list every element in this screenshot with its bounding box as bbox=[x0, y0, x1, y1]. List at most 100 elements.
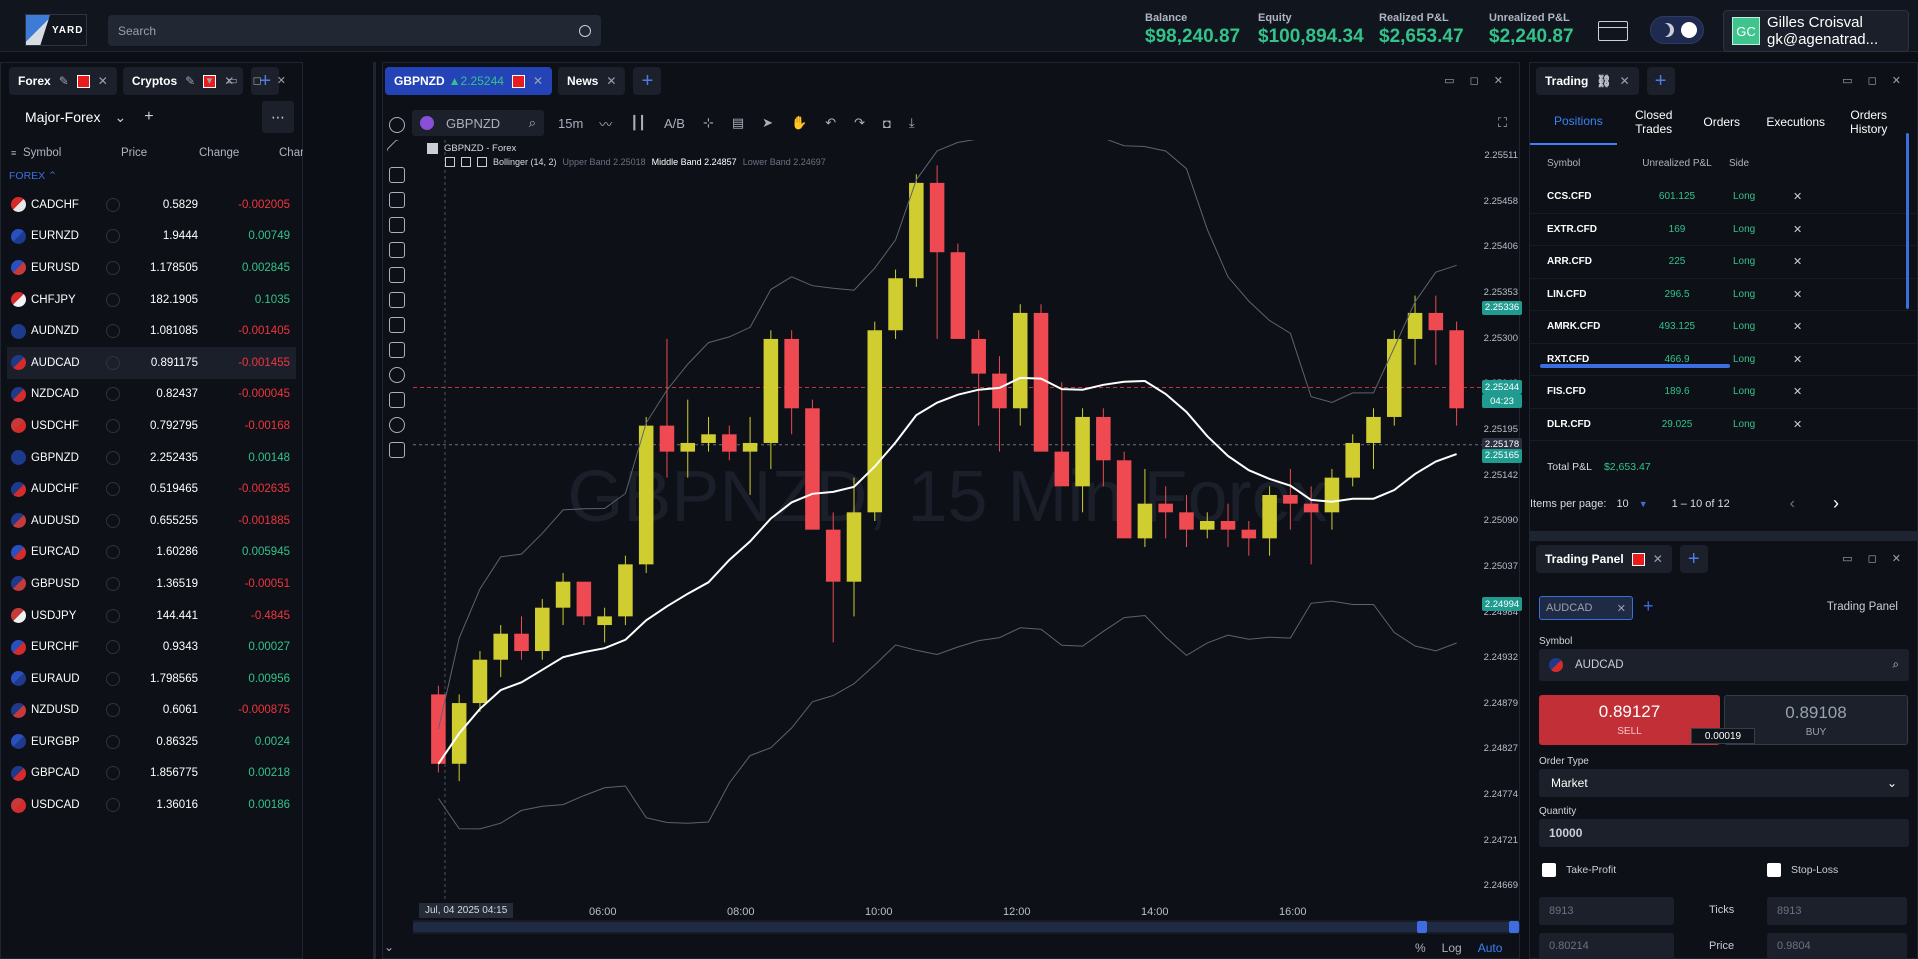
list-item[interactable]: EURGBP0.863250.00240.28 % bbox=[7, 726, 365, 758]
candle-body[interactable] bbox=[929, 182, 945, 253]
user-menu[interactable]: GC Gilles Croisval gk@agenatrad... bbox=[1723, 10, 1909, 52]
tp-ticks-input[interactable]: 8913 bbox=[1539, 897, 1674, 925]
scroll-handle-right[interactable] bbox=[1509, 921, 1519, 933]
candle-body[interactable] bbox=[1262, 494, 1277, 539]
table-row[interactable]: CCS.CFD 601.125 Long ✕ bbox=[1530, 181, 1917, 214]
candle-body[interactable] bbox=[867, 330, 883, 513]
candle-body[interactable] bbox=[1345, 442, 1360, 478]
candle-body[interactable] bbox=[618, 564, 633, 617]
list-item[interactable]: CHFJPY182.19050.10350.06 % bbox=[7, 284, 365, 316]
candle-body[interactable] bbox=[1241, 529, 1257, 539]
next-page-icon[interactable]: › bbox=[1833, 493, 1839, 514]
tab-orders-history[interactable]: Orders History bbox=[1839, 108, 1899, 136]
fullscreen-icon[interactable]: ⛶ bbox=[1498, 115, 1507, 131]
row-alert-icon[interactable] bbox=[106, 576, 120, 591]
pattern-icon[interactable] bbox=[389, 167, 405, 183]
row-alert-icon[interactable] bbox=[106, 387, 120, 402]
candle-body[interactable] bbox=[1303, 503, 1319, 513]
table-row[interactable]: LIN.CFD 296.5 Long ✕ bbox=[1530, 279, 1917, 311]
color-swatch-icon[interactable] bbox=[76, 74, 90, 88]
candle-body[interactable] bbox=[1158, 503, 1173, 513]
trendline-icon[interactable] bbox=[385, 138, 409, 162]
col-price[interactable]: Price bbox=[121, 147, 199, 159]
sl-ticks-input[interactable]: 8913 bbox=[1767, 897, 1907, 925]
tab-trading-panel[interactable]: Trading Panel ✕ bbox=[1536, 545, 1672, 573]
horizontal-scrollbar[interactable] bbox=[1540, 364, 1730, 368]
close-icon[interactable]: ✕ bbox=[98, 74, 108, 88]
candle-body[interactable] bbox=[1283, 494, 1298, 504]
close-icon[interactable]: ✕ bbox=[533, 74, 543, 88]
candle-body[interactable] bbox=[576, 581, 592, 617]
row-alert-icon[interactable] bbox=[106, 703, 120, 718]
candle-body[interactable] bbox=[971, 338, 986, 374]
table-row[interactable]: ARR.CFD 225 Long ✕ bbox=[1530, 246, 1917, 279]
app-logo[interactable]: YARD bbox=[25, 14, 87, 46]
indicators-icon[interactable]: 〰 bbox=[599, 114, 612, 133]
close-icon[interactable]: ✕ bbox=[1653, 552, 1663, 566]
col-symbol[interactable]: Symbol bbox=[1547, 158, 1641, 169]
candle-body[interactable] bbox=[1428, 312, 1444, 331]
search-icon[interactable]: ⌕ bbox=[1893, 659, 1899, 672]
edit-icon[interactable]: ✎ bbox=[185, 74, 195, 88]
redo-icon[interactable]: ↷ bbox=[854, 115, 865, 131]
group-forex[interactable]: FOREX ⌃ bbox=[1, 163, 302, 189]
candle-body[interactable] bbox=[1449, 330, 1464, 409]
arrow-down-icon[interactable] bbox=[389, 267, 405, 283]
row-alert-icon[interactable] bbox=[106, 197, 120, 212]
row-alert-icon[interactable] bbox=[106, 292, 120, 307]
chevron-down-icon[interactable]: ⌄ bbox=[384, 940, 394, 954]
layout-icon[interactable] bbox=[1598, 21, 1628, 41]
camera-icon[interactable]: ◘ bbox=[883, 116, 891, 131]
take-profit-checkbox[interactable] bbox=[1542, 863, 1556, 877]
candle-body[interactable] bbox=[1366, 416, 1381, 443]
list-item[interactable]: AUDCAD0.891175-0.001455-0.16 % bbox=[7, 346, 365, 379]
row-alert-icon[interactable] bbox=[106, 482, 120, 497]
cursor-icon[interactable]: ➤ bbox=[762, 115, 773, 131]
quantity-input[interactable]: 10000 bbox=[1539, 819, 1909, 847]
more-options-icon[interactable]: ⋯ bbox=[262, 101, 294, 133]
candle-body[interactable] bbox=[1075, 416, 1090, 487]
tab-orders[interactable]: Orders bbox=[1691, 115, 1753, 129]
trash-icon[interactable] bbox=[389, 442, 405, 458]
close-icon[interactable]: ✕ bbox=[1620, 74, 1630, 88]
candle-body[interactable] bbox=[659, 425, 675, 452]
window-controls-icon[interactable]: ▭ ◻ ✕ bbox=[1842, 552, 1907, 565]
candle-body[interactable] bbox=[701, 434, 716, 443]
row-alert-icon[interactable] bbox=[106, 324, 120, 339]
close-icon[interactable]: ✕ bbox=[606, 74, 616, 88]
list-item[interactable]: GBPUSD1.36519-0.00051-0.04 % bbox=[7, 568, 365, 600]
col-symbol[interactable]: Symbol bbox=[23, 147, 121, 159]
tab-forex[interactable]: Forex ✎ ✕ bbox=[9, 67, 117, 95]
add-tab-button[interactable]: + bbox=[1679, 545, 1708, 573]
candles-icon[interactable]: ┃┃ bbox=[630, 115, 646, 131]
candle-body[interactable] bbox=[784, 338, 799, 409]
row-alert-icon[interactable] bbox=[106, 798, 120, 813]
list-item[interactable]: AUDNZD1.081085-0.001405-0.13 % bbox=[7, 315, 365, 347]
add-tab-button[interactable]: + bbox=[1646, 67, 1675, 95]
col-side[interactable]: Side bbox=[1713, 158, 1773, 169]
tab-news[interactable]: News ✕ bbox=[558, 67, 626, 95]
list-item[interactable]: EURUSD1.1785050.0028450.24 % bbox=[7, 252, 365, 284]
brush-icon[interactable] bbox=[389, 192, 405, 208]
table-row[interactable]: DLR.CFD 29.025 Long ✕ bbox=[1530, 409, 1917, 441]
list-item[interactable]: EURCAD1.602860.0059450.37 % bbox=[7, 537, 365, 569]
col-unrealized-pnl[interactable]: Unrealized P&L bbox=[1641, 158, 1713, 169]
collapse-legend-icon[interactable] bbox=[427, 143, 438, 154]
list-item[interactable]: NZDCAD0.82437-0.000045-0.01 % bbox=[7, 379, 365, 411]
candle-body[interactable] bbox=[1012, 312, 1028, 409]
compare-icon[interactable]: A/B bbox=[664, 116, 685, 131]
watchlist-name[interactable]: Major-Forex bbox=[25, 109, 100, 125]
list-item[interactable]: CADCHF0.5829-0.002005-0.34 % bbox=[7, 189, 365, 221]
splitter-handle[interactable] bbox=[373, 62, 376, 959]
row-alert-icon[interactable] bbox=[106, 513, 120, 528]
list-item[interactable]: EURAUD1.7985650.009560.53 % bbox=[7, 663, 365, 695]
candle-body[interactable] bbox=[1137, 503, 1153, 539]
panel-splitter[interactable] bbox=[1529, 532, 1918, 540]
list-item[interactable]: AUDUSD0.655255-0.001885-0.29 % bbox=[7, 505, 365, 537]
row-alert-icon[interactable] bbox=[106, 608, 120, 623]
stop-loss-toggle[interactable]: Stop-Loss bbox=[1767, 863, 1838, 877]
row-alert-icon[interactable] bbox=[106, 640, 120, 655]
settings-icon[interactable] bbox=[389, 117, 405, 133]
candle-body[interactable] bbox=[846, 512, 862, 582]
add-symbol-icon[interactable]: + bbox=[144, 108, 153, 126]
